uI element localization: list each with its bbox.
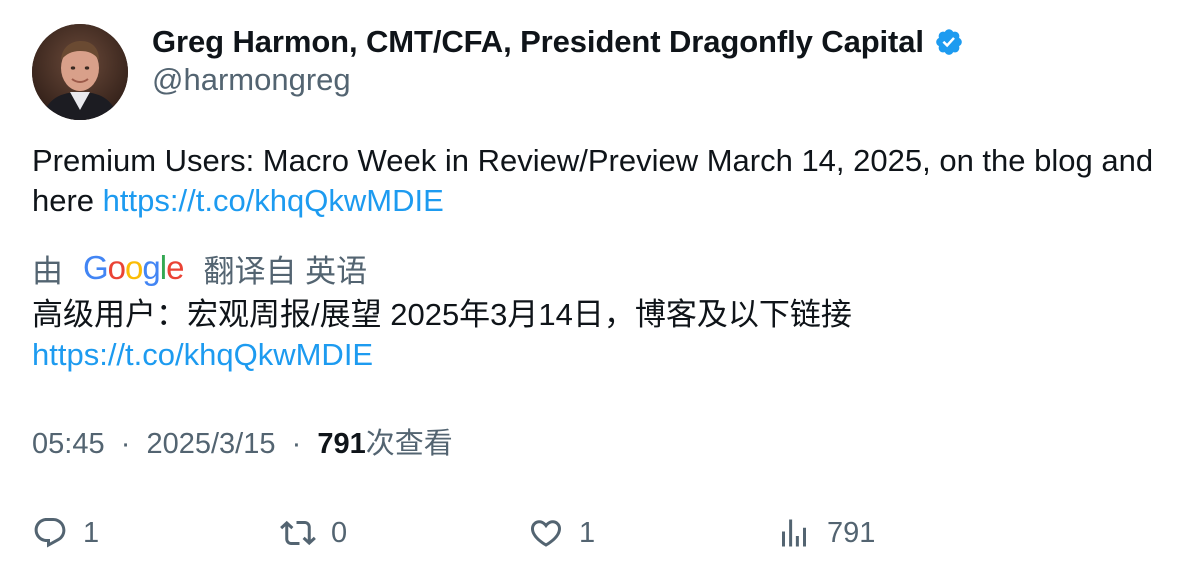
google-logo: Google bbox=[83, 249, 184, 286]
reply-button[interactable]: 1 bbox=[32, 508, 99, 558]
views-action-count: 791 bbox=[827, 516, 876, 549]
heart-icon bbox=[528, 515, 564, 551]
translated-text: 高级用户：宏观周报/展望 2025年3月14日，博客及以下链接 https://… bbox=[32, 295, 1172, 375]
translation-attribution[interactable]: 由 Google 翻译自 英语 bbox=[32, 246, 367, 290]
tweet-text: Premium Users: Macro Week in Review/Prev… bbox=[32, 141, 1172, 221]
author-handle[interactable]: @harmongreg bbox=[152, 62, 351, 98]
views-label: 次查看 bbox=[365, 428, 453, 460]
like-count: 1 bbox=[579, 516, 596, 549]
views-button[interactable]: 791 bbox=[776, 508, 875, 558]
retweet-count: 0 bbox=[331, 516, 348, 549]
author-name-row: Greg Harmon, CMT/CFA, President Dragonfl… bbox=[152, 23, 964, 61]
tweet-date[interactable]: 2025/3/15 bbox=[146, 428, 275, 460]
reply-icon bbox=[32, 515, 68, 551]
tweet-card: Greg Harmon, CMT/CFA, President Dragonfl… bbox=[0, 0, 1196, 578]
tweet-link[interactable]: https://t.co/khqQkwMDIE bbox=[103, 183, 444, 218]
reply-count: 1 bbox=[83, 516, 100, 549]
verified-badge-icon bbox=[934, 27, 964, 57]
views-count: 791 bbox=[317, 428, 366, 460]
analytics-icon bbox=[776, 515, 812, 551]
meta-separator: · bbox=[283, 428, 310, 460]
translation-suffix: 翻译自 英语 bbox=[203, 253, 368, 289]
avatar-photo bbox=[32, 24, 128, 120]
retweet-icon bbox=[280, 515, 316, 551]
tweet-time[interactable]: 05:45 bbox=[32, 428, 105, 460]
author-display-name[interactable]: Greg Harmon, CMT/CFA, President Dragonfl… bbox=[152, 24, 924, 60]
translated-link[interactable]: https://t.co/khqQkwMDIE bbox=[32, 335, 1172, 375]
tweet-actions: 1 0 1 791 bbox=[0, 508, 1196, 558]
translation-prefix: 由 bbox=[32, 253, 63, 289]
retweet-button[interactable]: 0 bbox=[280, 508, 347, 558]
like-button[interactable]: 1 bbox=[528, 508, 595, 558]
tweet-meta: 05:45 · 2025/3/15 · 791次查看 bbox=[32, 424, 453, 464]
meta-separator: · bbox=[112, 428, 139, 460]
avatar[interactable] bbox=[32, 24, 128, 120]
translated-text-content: 高级用户：宏观周报/展望 2025年3月14日，博客及以下链接 bbox=[32, 297, 852, 332]
